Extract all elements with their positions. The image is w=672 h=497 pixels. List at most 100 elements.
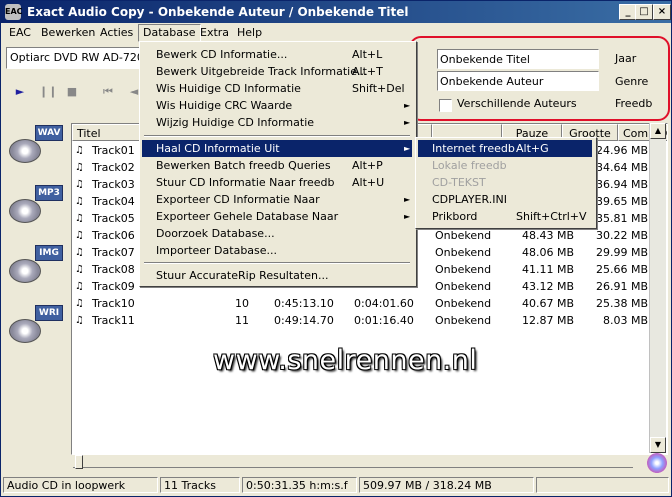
menu-extra[interactable]: Extra (196, 25, 233, 41)
track-compr-cell: 29.99 MB (595, 246, 648, 259)
menu-database[interactable]: Database (138, 24, 201, 42)
database-menu-item[interactable]: Haal CD Informatie Uit ► (142, 140, 412, 157)
menu-item-shortcut: Alt+U (352, 176, 385, 189)
menu-item-shortcut: Alt+L (352, 48, 383, 61)
track-size-cell: 48.06 MB (522, 246, 575, 259)
database-menu-item[interactable]: Importeer Database... (142, 242, 412, 259)
track-compr-cell: 8.03 MB (602, 314, 648, 327)
cd-title-input[interactable]: Onbekende Titel (437, 49, 599, 69)
submenu-item[interactable]: Prikbord Shift+Ctrl+V (418, 208, 592, 225)
track-start-cell: 0:45:13.10 (274, 297, 334, 310)
music-note-icon: ♫ (75, 264, 84, 275)
track-title-cell: Track06 (92, 229, 135, 242)
submenu-arrow-icon: ► (404, 118, 411, 127)
track-title-cell: Track02 (92, 161, 135, 174)
database-menu-item[interactable]: Wis Huidige CRC Waarde ► (142, 97, 412, 114)
menu-item-label: Wis Huidige CRC Waarde (156, 99, 293, 112)
track-size-cell: 41.11 MB (522, 263, 575, 276)
database-menu-item[interactable]: Wis Huidige CD Informatie Shift+Del (142, 80, 412, 97)
main-window: EAC Exact Audio Copy - Onbekende Auteur … (0, 0, 672, 497)
track-title-cell: Track09 (92, 280, 135, 293)
status-size: 509.97 MB / 318.24 MB (359, 477, 534, 493)
track-pause-cell: Onbekend (435, 229, 492, 242)
menu-item-shortcut: Alt+T (352, 65, 383, 78)
menu-item-shortcut: Alt+G (516, 142, 549, 155)
menu-item-label: CDPLAYER.INI (432, 193, 507, 206)
submenu-item[interactable]: Lokale freedb (418, 157, 592, 174)
database-menu-item[interactable]: Stuur AccurateRip Resultaten... (142, 267, 412, 284)
play-icon[interactable]: ► (13, 85, 27, 99)
submenu-arrow-icon: ► (404, 195, 411, 204)
track-compr-cell: 36.94 MB (595, 178, 648, 191)
haal-cd-informatie-submenu: Internet freedb Alt+G Lokale freedb CD-TEKS… (415, 137, 597, 229)
menu-item-label: Doorzoek Database... (156, 227, 275, 240)
status-tracks: 11 Tracks (160, 477, 240, 493)
music-note-icon: ♫ (75, 196, 84, 207)
music-note-icon: ♫ (75, 281, 84, 292)
track-title-cell: Track11 (92, 314, 135, 327)
window-title: Exact Audio Copy - Onbekende Auteur / On… (27, 5, 409, 19)
genre-label: Genre (615, 75, 649, 88)
copy-mp3-button[interactable]: MP3 (7, 183, 63, 231)
maximize-button[interactable]: □ (635, 4, 653, 20)
menu-item-shortcut: Alt+P (352, 159, 383, 172)
scroll-down-icon[interactable]: ▼ (650, 437, 666, 453)
database-menu-item[interactable]: Doorzoek Database... (142, 225, 412, 242)
various-artists-checkbox[interactable] (439, 99, 452, 112)
database-menu-item[interactable]: Exporteer CD Informatie Naar ► (142, 191, 412, 208)
scroll-up-icon[interactable]: ▲ (650, 123, 666, 139)
playback-position-slider[interactable] (73, 455, 633, 469)
cd-artist-input[interactable]: Onbekende Auteur (437, 71, 599, 91)
various-artists-label: Verschillende Auteurs (457, 97, 577, 110)
menu-acties[interactable]: Acties (96, 25, 137, 41)
track-length-cell: 0:01:16.40 (354, 314, 414, 327)
database-menu-item[interactable]: Bewerken Batch freedb Queries Alt+P (142, 157, 412, 174)
menu-item-label: Internet freedb (432, 142, 515, 155)
close-button[interactable]: × (653, 4, 671, 20)
track-size-cell: 43.12 MB (522, 280, 575, 293)
track-pause-cell: Onbekend (435, 314, 492, 327)
slider-handle[interactable] (75, 455, 83, 469)
table-row[interactable]: ♫ Track11 11 0:49:14.70 0:01:16.40 Onbekend 12… (72, 312, 652, 329)
database-menu-item[interactable]: Wijzig Huidige CD Informatie ► (142, 114, 412, 131)
cd-logo-icon (647, 453, 667, 473)
previous-track-icon[interactable]: ⏮ (101, 85, 115, 99)
submenu-item[interactable]: Internet freedb Alt+G (418, 140, 592, 157)
menu-item-label: Stuur CD Informatie Naar freedb (156, 176, 335, 189)
drive-select[interactable]: Optiarc DVD RW AD-7201S (6, 47, 146, 69)
table-row[interactable]: ♫ Track10 10 0:45:13.10 0:04:01.60 Onbekend 40… (72, 295, 652, 312)
write-cd-button[interactable]: WRI (7, 303, 63, 351)
track-title-cell: Track01 (92, 144, 135, 157)
menu-item-label: Exporteer CD Informatie Naar (156, 193, 320, 206)
track-size-cell: 40.67 MB (522, 297, 575, 310)
submenu-item[interactable]: CDPLAYER.INI (418, 191, 592, 208)
menu-help[interactable]: Help (233, 25, 266, 41)
stop-icon[interactable]: ■ (65, 85, 79, 99)
watermark-text: www.snelrennen.nl (213, 345, 478, 376)
track-num-cell: 11 (235, 314, 249, 327)
database-menu-item[interactable]: Bewerk Uitgebreide Track Informatie... Al… (142, 63, 412, 80)
music-note-icon: ♫ (75, 230, 84, 241)
title-bar[interactable]: EAC Exact Audio Copy - Onbekende Auteur … (1, 1, 671, 23)
track-title-cell: Track08 (92, 263, 135, 276)
menu-item-label: Wijzig Huidige CD Informatie (156, 116, 315, 129)
menu-bewerken[interactable]: Bewerken (37, 25, 99, 41)
eac-app-icon[interactable]: EAC (5, 4, 23, 20)
music-note-icon: ♫ (75, 213, 84, 224)
year-label: Jaar (615, 52, 637, 65)
copy-image-button[interactable]: IMG (7, 243, 63, 291)
database-menu-item[interactable]: Bewerk CD Informatie... Alt+L (142, 46, 412, 63)
submenu-item[interactable]: CD-TEKST (418, 174, 592, 191)
database-menu-item[interactable]: Stuur CD Informatie Naar freedb Alt+U (142, 174, 412, 191)
pause-icon[interactable]: ❙❙ (39, 85, 57, 99)
wri-label: WRI (35, 305, 63, 321)
cd-icon (9, 259, 41, 283)
database-menu-item[interactable]: Exporteer Gehele Database Naar ► (142, 208, 412, 225)
menu-eac[interactable]: EAC (5, 25, 35, 41)
copy-wav-button[interactable]: WAV (7, 123, 63, 171)
track-compr-cell: 25.38 MB (595, 297, 648, 310)
vertical-scrollbar[interactable]: ▲ ▼ (649, 123, 666, 453)
mp3-label: MP3 (35, 185, 63, 201)
music-note-icon: ♫ (75, 179, 84, 190)
submenu-arrow-icon: ► (404, 101, 411, 110)
